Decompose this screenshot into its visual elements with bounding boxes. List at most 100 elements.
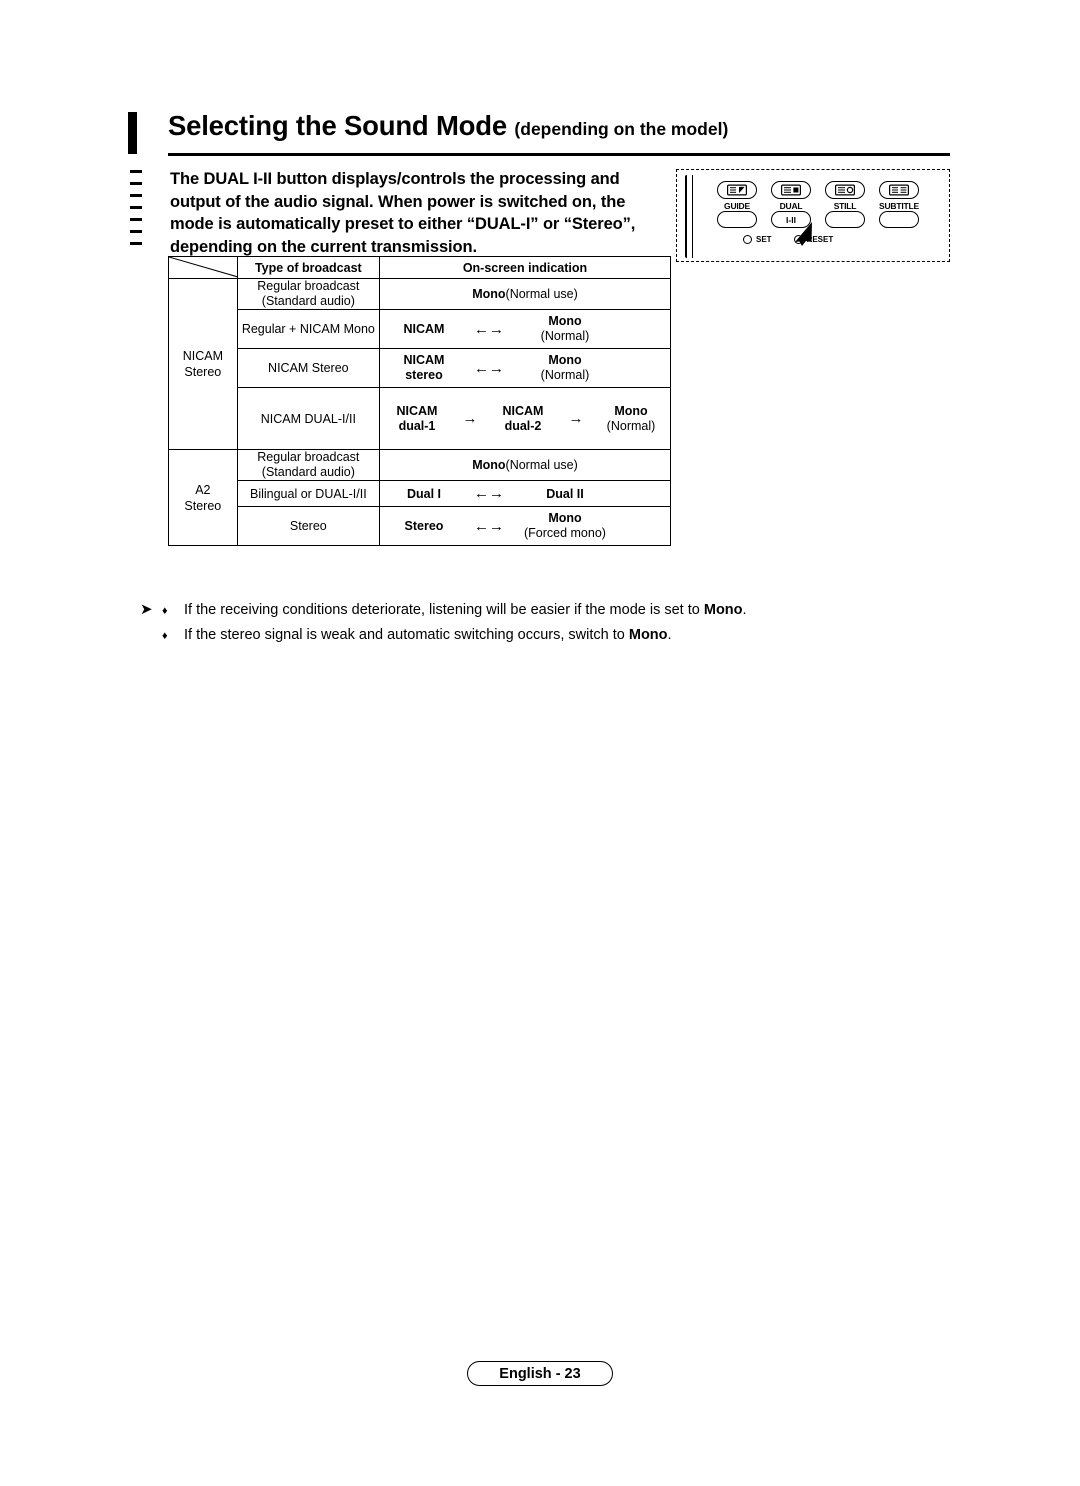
type-line-1: NICAM Stereo — [268, 361, 349, 375]
indication-right-bold: Mono — [548, 314, 582, 328]
document-page: Selecting the Sound Mode (depending on t… — [0, 0, 1080, 1486]
table-row: Stereo Stereo ←→ Mono (Forced mono) — [169, 506, 672, 546]
arrow-bidirectional-icon: ←→ — [473, 320, 504, 338]
group-line-2: Stereo — [184, 498, 222, 513]
type-line-1: Bilingual or DUAL-I/II — [249, 486, 367, 501]
note-post: . — [742, 602, 747, 618]
indication-cell: NICAM dual-1 → NICAM dual-2 → Mono (Norm… — [378, 387, 672, 450]
indication-cell: Dual I ←→ Dual II — [378, 480, 672, 507]
still-button[interactable] — [825, 181, 865, 199]
guide-button[interactable] — [717, 181, 757, 199]
subtitle-icon — [888, 184, 910, 196]
remote-button-labels: GUIDE DUAL STILL SUBTITLE — [713, 201, 923, 211]
indication-b-sub: dual-2 — [504, 418, 542, 433]
diamond-bullet-icon: ♦ — [162, 630, 168, 642]
indication-right: Mono (Normal) — [541, 314, 590, 344]
indication-a-sub: dual-1 — [398, 418, 436, 433]
remote-second-button-row: I-II — [717, 211, 919, 228]
indication-cell: NICAM stereo ←→ Mono (Normal) — [378, 348, 672, 388]
group-line-2: Stereo — [184, 365, 222, 379]
indication-right: Dual II — [546, 486, 584, 501]
indication-bold: Mono — [472, 287, 506, 301]
indication-left: Stereo — [404, 519, 444, 533]
indication-plain: (Normal use) — [505, 287, 578, 301]
indication-single: Mono (Normal use) — [380, 453, 670, 477]
page-title: Selecting the Sound Mode (depending on t… — [168, 110, 728, 142]
type-line-1: Regular broadcast — [257, 279, 360, 293]
indication-left: NICAM — [403, 322, 445, 336]
arrow-right-icon: → — [568, 410, 584, 427]
set-button[interactable] — [743, 235, 752, 244]
group-label-a2-stereo: A2 Stereo — [168, 449, 238, 546]
arrow-bullet-icon: ➤ — [140, 601, 153, 618]
blank-button-2[interactable] — [825, 211, 865, 228]
group-label-nicam-stereo: NICAM Stereo — [168, 278, 238, 450]
indication-triple: NICAM dual-1 → NICAM dual-2 → Mono (Norm… — [380, 400, 670, 438]
type-cell: Regular + NICAM Mono — [236, 309, 380, 349]
set-reset-row: SET RESET — [743, 235, 833, 244]
type-cell: Regular broadcast (Standard audio) — [236, 278, 380, 310]
notes-block: ➤ ♦ If the receiving conditions deterior… — [140, 598, 900, 648]
blank-button-3[interactable] — [879, 211, 919, 228]
pointer-arrow-icon — [790, 221, 816, 247]
dual-icon — [780, 184, 802, 196]
indication-left-bold: NICAM — [403, 353, 445, 367]
table-header-row: Type of broadcast On-screen indication — [168, 256, 672, 279]
indication-pair: NICAM stereo ←→ Mono (Normal) — [380, 349, 670, 387]
set-label: SET — [756, 235, 772, 244]
type-line-1: Regular broadcast — [257, 450, 360, 464]
guide-icon — [726, 184, 748, 196]
indication-pair: Stereo ←→ Mono (Forced mono) — [380, 507, 670, 545]
note-pre: If the stereo signal is weak and automat… — [184, 627, 629, 643]
table-row: NICAM DUAL-I/II NICAM dual-1 → NICAM dua… — [169, 387, 672, 450]
indication-a: NICAM dual-1 — [397, 404, 438, 434]
intro-paragraph: The DUAL I-II button displays/controls t… — [170, 170, 636, 256]
table-row: NICAM Stereo NICAM stereo ←→ Mono (Norma… — [169, 348, 672, 388]
note-post: . — [667, 627, 672, 643]
arrow-bidirectional-icon: ←→ — [473, 359, 504, 377]
page-title-suffix: (depending on the model) — [514, 119, 729, 139]
subtitle-button[interactable] — [879, 181, 919, 199]
indication-c: Mono (Normal) — [607, 404, 656, 434]
type-line-2: (Standard audio) — [261, 465, 355, 479]
indication-right-sub: (Normal) — [540, 329, 590, 343]
intro-accent-bars — [130, 170, 142, 252]
remote-top-button-row — [717, 181, 919, 199]
indication-right-bold: Mono — [548, 511, 582, 525]
sound-mode-table: Type of broadcast On-screen indication N… — [168, 256, 672, 546]
blank-button-1[interactable] — [717, 211, 757, 228]
indication-single: Mono (Normal use) — [380, 282, 670, 306]
indication-b: NICAM dual-2 — [503, 404, 544, 434]
indication-right: Mono (Forced mono) — [524, 511, 606, 541]
group-line-1: A2 — [195, 482, 211, 497]
indication-cell: Mono (Normal use) — [378, 278, 672, 310]
note-text: If the stereo signal is weak and automat… — [184, 623, 900, 647]
type-cell: Stereo — [236, 506, 380, 546]
indication-right: Mono (Normal) — [541, 353, 590, 383]
label-subtitle: SUBTITLE — [879, 201, 919, 211]
note-bold: Mono — [628, 627, 668, 643]
note-item: ♦ If the stereo signal is weak and autom… — [140, 623, 900, 648]
label-guide: GUIDE — [724, 201, 750, 211]
indication-c-sub: (Normal) — [606, 418, 656, 433]
indication-pair: NICAM ←→ Mono (Normal) — [380, 310, 670, 348]
remote-body: GUIDE DUAL STILL SUBTITLE I-II SET RESET — [685, 175, 943, 258]
type-cell: NICAM DUAL-I/II — [236, 387, 380, 450]
table-row: Regular + NICAM Mono NICAM ←→ Mono (Norm… — [169, 309, 672, 349]
header-type-of-broadcast: Type of broadcast — [236, 256, 380, 279]
arrow-bidirectional-icon: ←→ — [473, 485, 504, 502]
indication-right-sub: (Normal) — [540, 368, 590, 382]
diamond-bullet-icon: ♦ — [162, 605, 168, 617]
header-onscreen-indication: On-screen indication — [378, 256, 672, 279]
label-still: STILL — [833, 201, 857, 211]
table-row: Bilingual or DUAL-I/II Dual I ←→ Dual II — [169, 480, 672, 507]
note-pre: If the receiving conditions deteriorate,… — [184, 602, 704, 618]
indication-cell: Stereo ←→ Mono (Forced mono) — [378, 506, 672, 546]
type-cell: Regular broadcast (Standard audio) — [236, 449, 380, 481]
table-corner-cell — [168, 256, 238, 279]
indication-bold: Mono — [472, 458, 506, 472]
arrow-right-icon: → — [462, 410, 478, 427]
label-dual: DUAL — [779, 201, 803, 211]
dual-button-icon-holder[interactable] — [771, 181, 811, 199]
indication-c-bold: Mono — [614, 403, 648, 418]
